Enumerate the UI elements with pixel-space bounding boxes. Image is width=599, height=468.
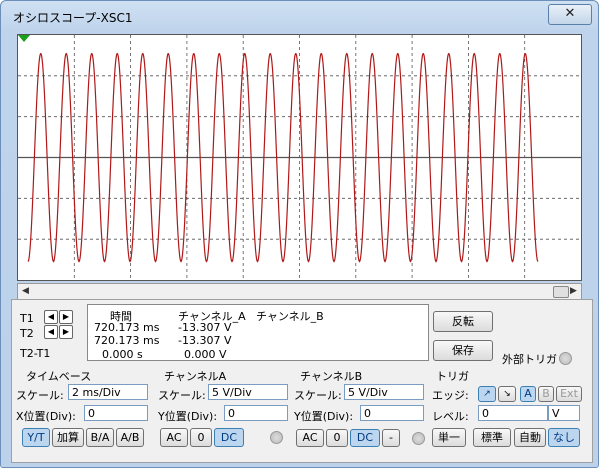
t2-left-icon[interactable]: ◀	[44, 325, 58, 339]
level-unit[interactable]: V	[548, 405, 580, 421]
timebase-scale-label: スケール:	[16, 389, 64, 402]
t1-time: 720.173 ms	[94, 321, 160, 334]
mode-ba-button[interactable]: B/A	[86, 428, 114, 447]
edge-fall-button[interactable]: ↘	[498, 386, 516, 402]
trigger-title: トリガ	[436, 370, 469, 383]
t1-left-icon[interactable]: ◀	[44, 310, 58, 324]
close-button[interactable]: ✕	[548, 4, 592, 25]
channel-a-scale-label: スケール:	[158, 389, 206, 402]
cursor-marker	[18, 35, 30, 42]
t2-right-icon[interactable]: ▶	[59, 325, 73, 339]
scope-svg	[18, 35, 581, 280]
channel-b-header: チャンネル_B	[256, 310, 324, 323]
channel-b-ac-button[interactable]: AC	[296, 429, 324, 447]
t1-cha: -13.307 V	[178, 321, 232, 334]
channel-a-zero-button[interactable]: 0	[190, 428, 212, 447]
scroll-left-icon[interactable]: ◀	[18, 284, 33, 299]
reverse-button[interactable]: 反転	[433, 311, 493, 332]
channel-a-ac-button[interactable]: AC	[160, 428, 188, 447]
level-input[interactable]: 0	[478, 405, 548, 421]
channel-a-scale-input[interactable]: 5 V/Div	[208, 384, 288, 400]
channel-b-radio[interactable]	[412, 432, 425, 445]
mode-add-button[interactable]: 加算	[52, 428, 84, 447]
level-label: レベル:	[432, 410, 469, 423]
mode-yt-button[interactable]: Y/T	[22, 428, 50, 447]
t2-t1-label: T2-T1	[20, 347, 51, 360]
t1-right-icon[interactable]: ▶	[59, 310, 73, 324]
channel-a-radio[interactable]	[270, 431, 283, 444]
source-b-button[interactable]: B	[538, 386, 554, 402]
channel-b-invert-button[interactable]: -	[382, 429, 400, 447]
horizontal-scrollbar[interactable]: ◀ ▶	[17, 283, 582, 300]
diff-cha: 0.000 V	[184, 348, 227, 361]
trigger-single-button[interactable]: 単一	[432, 428, 466, 447]
channel-a-ypos-label: Y位置(Div):	[158, 410, 218, 423]
channel-b-scale-label: スケール:	[294, 389, 342, 402]
channel-a-title: チャンネルA	[164, 370, 227, 383]
t1-label: T1	[20, 312, 34, 325]
channel-b-title: チャンネルB	[300, 370, 363, 383]
oscilloscope-window: オシロスコープ-XSC1 ✕ ◀ ▶ T1 ◀ ▶ T2 ◀ ▶ T2-T1 時…	[0, 0, 599, 468]
channel-b-ypos-input[interactable]: 0	[360, 405, 424, 421]
channel-b-scale-input[interactable]: 5 V/Div	[344, 384, 424, 400]
channel-b-ypos-label: Y位置(Div):	[294, 410, 354, 423]
scroll-right-icon[interactable]: ▶	[566, 284, 581, 299]
x-position-input[interactable]: 0	[84, 405, 148, 421]
ext-trigger-label: 外部トリガ	[502, 353, 557, 366]
scope-display	[17, 34, 582, 281]
timebase-title: タイムベース	[26, 370, 92, 383]
measurement-table: 時間 チャンネル_A チャンネル_B 720.173 ms -13.307 V …	[87, 304, 429, 361]
mode-ab-button[interactable]: A/B	[116, 428, 144, 447]
edge-rise-button[interactable]: ↗	[478, 386, 496, 402]
source-ext-button[interactable]: Ext	[556, 386, 582, 402]
source-a-button[interactable]: A	[520, 386, 536, 402]
t2-label: T2	[20, 327, 34, 340]
trigger-none-button[interactable]: なし	[548, 428, 580, 447]
channel-a-dc-button[interactable]: DC	[214, 428, 244, 447]
trigger-normal-button[interactable]: 標準	[473, 428, 511, 447]
edge-label: エッジ:	[432, 389, 469, 402]
timebase-scale-input[interactable]: 2 ms/Div	[68, 384, 148, 400]
channel-b-zero-button[interactable]: 0	[326, 429, 348, 447]
x-position-label: X位置(Div):	[16, 410, 76, 423]
save-button[interactable]: 保存	[433, 340, 493, 361]
channel-a-ypos-input[interactable]: 0	[224, 405, 288, 421]
channel-b-dc-button[interactable]: DC	[350, 429, 380, 447]
trigger-auto-button[interactable]: 自動	[514, 428, 546, 447]
t2-cha: -13.307 V	[178, 334, 232, 347]
ext-trigger-radio[interactable]	[559, 352, 572, 365]
t2-time: 720.173 ms	[94, 334, 160, 347]
control-panel: T1 ◀ ▶ T2 ◀ ▶ T2-T1 時間 チャンネル_A チャンネル_B 7…	[11, 299, 593, 463]
diff-time: 0.000 s	[102, 348, 143, 361]
window-title: オシロスコープ-XSC1	[13, 11, 133, 25]
